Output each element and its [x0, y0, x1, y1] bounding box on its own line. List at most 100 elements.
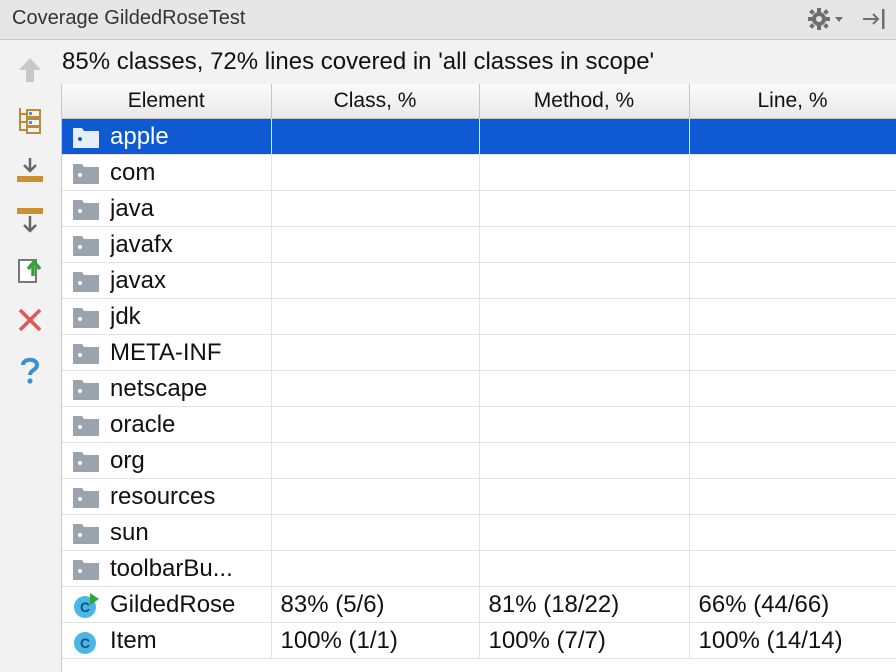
cell-line-pct — [689, 118, 896, 155]
cell-element[interactable]: toolbarBu... — [62, 550, 272, 587]
cell-method-pct — [479, 478, 690, 515]
cell-method-pct — [479, 298, 690, 335]
hide-panel-icon[interactable] — [860, 5, 888, 33]
element-name: sun — [110, 518, 149, 546]
table-row[interactable]: toolbarBu... — [62, 550, 896, 587]
folder-icon — [72, 197, 100, 221]
table-row[interactable]: javafx — [62, 226, 896, 263]
table-row[interactable]: C Item 100% (1/1) 100% (7/7) 100% (14/14) — [62, 622, 896, 659]
table-row[interactable]: apple — [62, 118, 896, 155]
coverage-table: Element Class, % Method, % Line, % apple… — [61, 84, 896, 672]
cell-element[interactable]: C GildedRose — [62, 586, 272, 623]
cell-element[interactable]: netscape — [62, 370, 272, 407]
cell-method-pct: 81% (18/22) — [479, 586, 690, 623]
up-arrow-icon[interactable] — [14, 54, 46, 86]
column-header-element[interactable]: Element — [62, 84, 272, 119]
cell-method-pct: 100% (7/7) — [479, 622, 690, 659]
export-report-icon[interactable] — [14, 254, 46, 286]
cell-class-pct — [271, 154, 480, 191]
element-name: Item — [110, 626, 157, 654]
autoscroll-icon[interactable] — [14, 204, 46, 236]
table-header: Element Class, % Method, % Line, % — [62, 84, 896, 119]
cell-line-pct — [689, 190, 896, 227]
element-name: META-INF — [110, 338, 222, 366]
table-row[interactable]: netscape — [62, 370, 896, 407]
cell-class-pct — [271, 262, 480, 299]
folder-icon — [72, 449, 100, 473]
cell-element[interactable]: org — [62, 442, 272, 479]
element-name: javafx — [110, 230, 173, 258]
cell-class-pct — [271, 226, 480, 263]
column-header-line[interactable]: Line, % — [689, 84, 896, 119]
cell-class-pct — [271, 334, 480, 371]
element-name: apple — [110, 122, 169, 150]
cell-class-pct: 100% (1/1) — [271, 622, 480, 659]
table-row[interactable]: META-INF — [62, 334, 896, 371]
table-row[interactable]: C GildedRose 83% (5/6) 81% (18/22) 66% (44/6… — [62, 586, 896, 623]
cell-method-pct — [479, 334, 690, 371]
import-icon[interactable] — [14, 154, 46, 186]
folder-icon — [72, 485, 100, 509]
cell-element[interactable]: java — [62, 190, 272, 227]
cell-class-pct — [271, 514, 480, 551]
cell-element[interactable]: apple — [62, 118, 272, 155]
cell-element[interactable]: javafx — [62, 226, 272, 263]
table-row[interactable]: resources — [62, 478, 896, 515]
element-name: toolbarBu... — [110, 554, 233, 582]
element-name: GildedRose — [110, 590, 236, 618]
table-row[interactable]: org — [62, 442, 896, 479]
cell-element[interactable]: com — [62, 154, 272, 191]
cell-method-pct — [479, 406, 690, 443]
window-title: Coverage GildedRoseTest — [12, 7, 246, 29]
table-row[interactable]: sun — [62, 514, 896, 551]
cell-element[interactable]: jdk — [62, 298, 272, 335]
cell-line-pct — [689, 478, 896, 515]
column-header-method[interactable]: Method, % — [479, 84, 690, 119]
table-row[interactable]: java — [62, 190, 896, 227]
cell-line-pct: 100% (14/14) — [689, 622, 896, 659]
cell-element[interactable]: C Item — [62, 622, 272, 659]
element-name: jdk — [110, 302, 141, 330]
cell-line-pct — [689, 406, 896, 443]
cell-class-pct — [271, 406, 480, 443]
folder-icon — [72, 521, 100, 545]
cell-class-pct: 83% (5/6) — [271, 586, 480, 623]
cell-method-pct — [479, 442, 690, 479]
folder-icon — [72, 377, 100, 401]
flatten-packages-icon[interactable] — [14, 104, 46, 136]
folder-icon — [72, 341, 100, 365]
table-row[interactable]: com — [62, 154, 896, 191]
gear-icon[interactable] — [806, 5, 846, 33]
cell-method-pct — [479, 550, 690, 587]
cell-line-pct — [689, 154, 896, 191]
cell-element[interactable]: javax — [62, 262, 272, 299]
folder-icon — [72, 125, 100, 149]
table-row[interactable]: oracle — [62, 406, 896, 443]
cell-line-pct: 66% (44/66) — [689, 586, 896, 623]
cell-method-pct — [479, 514, 690, 551]
cell-method-pct — [479, 226, 690, 263]
cell-line-pct — [689, 370, 896, 407]
cell-element[interactable]: resources — [62, 478, 272, 515]
folder-icon — [72, 269, 100, 293]
table-row[interactable]: jdk — [62, 298, 896, 335]
folder-icon — [72, 557, 100, 581]
folder-icon — [72, 305, 100, 329]
cell-line-pct — [689, 442, 896, 479]
cell-class-pct — [271, 190, 480, 227]
help-icon[interactable] — [14, 354, 46, 386]
folder-icon — [72, 233, 100, 257]
cell-element[interactable]: sun — [62, 514, 272, 551]
class-icon: C — [72, 629, 100, 654]
cell-line-pct — [689, 334, 896, 371]
cell-class-pct — [271, 370, 480, 407]
cell-element[interactable]: META-INF — [62, 334, 272, 371]
element-name: javax — [110, 266, 167, 294]
table-row[interactable]: javax — [62, 262, 896, 299]
column-header-class[interactable]: Class, % — [271, 84, 480, 119]
close-icon[interactable] — [14, 304, 46, 336]
coverage-summary: 85% classes, 72% lines covered in 'all c… — [62, 48, 655, 75]
cell-element[interactable]: oracle — [62, 406, 272, 443]
cell-class-pct — [271, 478, 480, 515]
cell-line-pct — [689, 514, 896, 551]
